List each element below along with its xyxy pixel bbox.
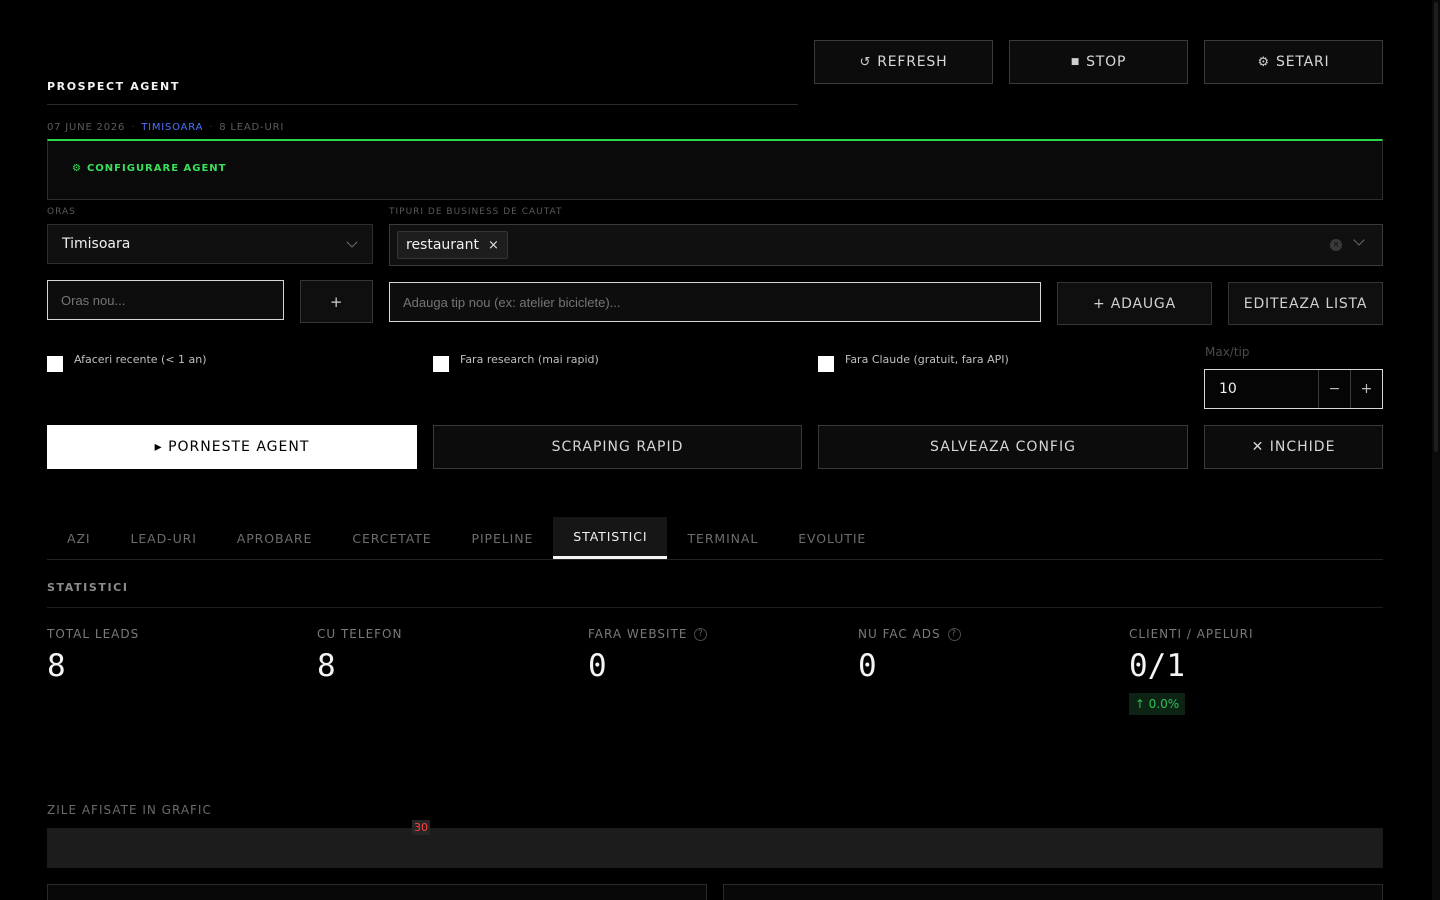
save-config-button[interactable]: SALVEAZA CONFIG [818,425,1188,469]
clear-icon[interactable]: × [1330,239,1342,251]
start-agent-button[interactable]: ▸ PORNESTE AGENT [47,425,417,469]
stat-value-total: 8 [47,648,66,684]
chart-days-value: 30 [412,820,430,835]
tab-terminal[interactable]: TERMINAL [667,517,778,559]
config-title: ⚙ CONFIGURARE AGENT [72,163,226,174]
new-type-input[interactable] [389,282,1041,322]
config-title-label: CONFIGURARE AGENT [86,163,227,174]
checkbox-box[interactable] [818,356,834,372]
tab-bar: AZI LEAD-URI APROBARE CERCETATE PIPELINE… [47,517,1383,560]
max-per-type-label: Max/tip [1205,345,1250,359]
stat-label-phone: CU TELEFON [317,627,402,641]
settings-button[interactable]: ⚙ SETARI [1204,40,1383,84]
chart-card-right [723,884,1383,900]
city-value: Timisoara [62,236,131,252]
app-title: PROSPECT AGENT [47,80,180,93]
city-select[interactable]: Timisoara [47,224,373,264]
decrement-button[interactable]: − [1318,370,1350,408]
chevron-down-icon [346,236,358,248]
stat-value-no-website: 0 [588,648,607,684]
tab-cercetate[interactable]: CERCETATE [332,517,451,559]
gear-icon: ⚙ [72,163,82,174]
title-divider [47,104,798,105]
chevron-down-icon[interactable] [1353,234,1365,246]
add-city-button[interactable]: + [300,280,373,323]
close-button[interactable]: ✕ INCHIDE [1204,425,1383,469]
type-tag-label: restaurant [406,237,479,253]
chart-days-slider[interactable] [47,828,1383,868]
stat-label-no-website: FARA WEBSITE ? [588,627,708,641]
stat-label-no-ads: NU FAC ADS ? [858,627,961,641]
scrollbar-thumb[interactable] [1434,2,1438,452]
checkbox-label: Fara Claude (gratuit, fara API) [845,353,1009,366]
conversion-delta-badge: ↑ 0.0% [1129,693,1185,715]
stat-value-phone: 8 [317,648,336,684]
tab-evolutie[interactable]: EVOLUTIE [778,517,886,559]
city-label: ORAS [47,207,76,217]
stat-label-text: TOTAL LEADS [47,627,140,641]
stat-label-total: TOTAL LEADS [47,627,139,641]
stat-label-text: FARA WEBSITE [588,627,688,641]
checkbox-label: Afaceri recente (< 1 an) [74,353,207,366]
recent-businesses-checkbox[interactable]: Afaceri recente (< 1 an) [47,353,207,372]
business-types-label: TIPURI DE BUSINESS DE CAUTAT [389,207,563,217]
tab-lead-uri[interactable]: LEAD-URI [111,517,217,559]
type-tag: restaurant × [397,231,508,259]
meta-separator: · [209,122,214,133]
chart-days-label: ZILE AFISATE IN GRAFIC [47,803,212,817]
remove-tag-icon[interactable]: × [488,238,499,253]
new-city-input[interactable] [47,280,284,320]
help-icon[interactable]: ? [694,627,708,641]
header-date: 07 JUNE 2026 [47,122,126,133]
section-title: STATISTICI [47,581,129,594]
gear-icon: ⚙ [1257,54,1271,70]
stat-label-text: CU TELEFON [317,627,403,641]
refresh-label: REFRESH [877,54,948,70]
stop-button[interactable]: ■ STOP [1009,40,1188,84]
config-panel: ⚙ CONFIGURARE AGENT [47,139,1383,200]
add-type-button[interactable]: + ADAUGA [1057,282,1212,325]
stat-value-clients: 0/1 [1129,648,1185,684]
meta-separator: · [131,122,136,133]
stat-label-clients: CLIENTI / APELURI [1129,627,1253,641]
checkbox-label: Fara research (mai rapid) [460,353,599,366]
quick-scrape-button[interactable]: SCRAPING RAPID [433,425,802,469]
refresh-icon: ↺ [859,54,872,70]
stat-label-text: CLIENTI / APELURI [1129,627,1254,641]
settings-label: SETARI [1276,54,1330,70]
no-research-checkbox[interactable]: Fara research (mai rapid) [433,353,599,372]
section-divider [47,607,1383,608]
tab-statistici[interactable]: STATISTICI [553,517,668,559]
header-city: TIMISOARA [141,122,204,133]
stat-label-text: NU FAC ADS [858,627,941,641]
stop-label: STOP [1086,54,1127,70]
no-claude-checkbox[interactable]: Fara Claude (gratuit, fara API) [818,353,1009,372]
tab-aprobare[interactable]: APROBARE [217,517,333,559]
checkbox-box[interactable] [47,356,63,372]
edit-list-button[interactable]: EDITEAZA LISTA [1228,282,1383,325]
chart-card-left [47,884,707,900]
tab-pipeline[interactable]: PIPELINE [452,517,554,559]
business-types-select[interactable]: restaurant × × [389,224,1383,266]
header-meta: 07 JUNE 2026 · TIMISOARA · 8 LEAD-URI [47,122,284,133]
max-per-type-value[interactable]: 10 [1205,370,1318,408]
refresh-button[interactable]: ↺ REFRESH [814,40,993,84]
increment-button[interactable]: + [1350,370,1382,408]
checkbox-box[interactable] [433,356,449,372]
stat-value-no-ads: 0 [858,648,877,684]
tab-azi[interactable]: AZI [47,517,111,559]
stop-icon: ■ [1070,57,1081,67]
max-per-type-stepper[interactable]: 10 − + [1204,369,1383,409]
help-icon[interactable]: ? [947,627,961,641]
header-leads-count: 8 LEAD-URI [219,122,285,133]
